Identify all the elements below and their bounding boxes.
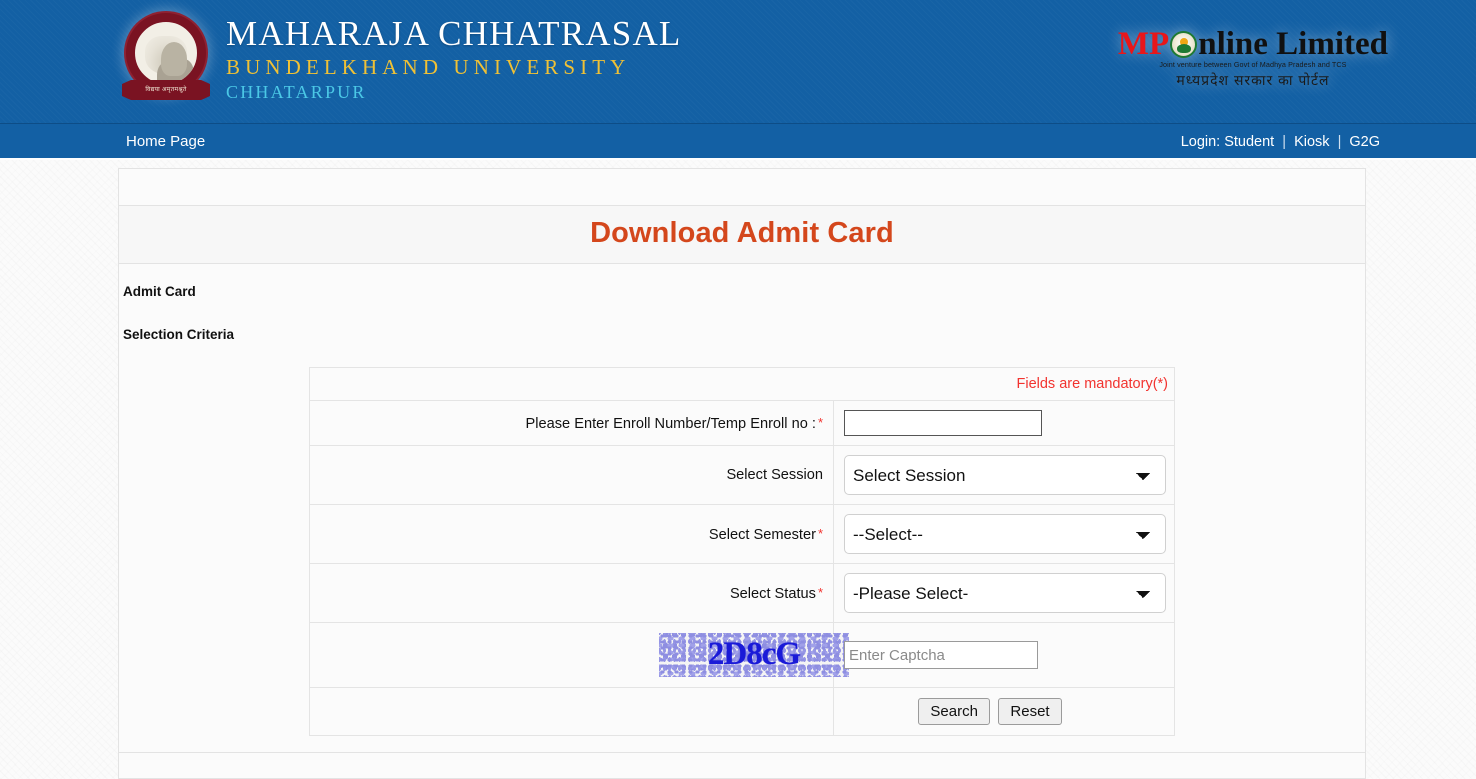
- enroll-number-required-asterisk: *: [817, 414, 823, 430]
- section-label-selection-criteria: Selection Criteria: [123, 327, 235, 342]
- login-student-link[interactable]: Login: Student: [1181, 134, 1275, 150]
- university-name: MAHARAJA CHHATRASAL: [226, 14, 682, 54]
- mponline-mp-text: MP: [1117, 26, 1170, 62]
- selection-criteria-table: Fields are mandatory(*) Please Enter Enr…: [309, 367, 1175, 736]
- select-status-required-asterisk: *: [817, 584, 823, 600]
- buttons-empty-cell: [309, 687, 834, 736]
- enroll-number-label-cell: Please Enter Enroll Number/Temp Enroll n…: [309, 400, 834, 446]
- select-status-label-cell: Select Status *: [309, 563, 834, 623]
- login-separator-2: |: [1337, 134, 1342, 150]
- mandatory-note-cell: Fields are mandatory(*): [309, 367, 1175, 401]
- table-row-select-semester: Select Semester * --Select--: [309, 504, 1175, 564]
- captcha-code-text: 2D8cG: [707, 636, 801, 672]
- select-semester-label-cell: Select Semester *: [309, 504, 834, 564]
- mandatory-note-text: Fields are mandatory(*): [1016, 376, 1169, 392]
- mponline-globe-icon: [1170, 31, 1198, 58]
- form-wrapper: Fields are mandatory(*) Please Enter Enr…: [119, 342, 1365, 736]
- select-semester-required-asterisk: *: [817, 525, 823, 541]
- table-row-buttons: Search Reset: [309, 687, 1175, 736]
- select-semester-dropdown[interactable]: --Select--: [844, 514, 1166, 554]
- table-row-select-status: Select Status * -Please Select-: [309, 563, 1175, 623]
- enroll-number-field-cell: [833, 400, 1175, 446]
- select-semester-label: Select Semester: [708, 526, 816, 543]
- mponline-wordmark: MP nline Limited: [1118, 28, 1388, 61]
- captcha-input-cell: [833, 622, 1175, 688]
- table-row-mandatory-note: Fields are mandatory(*): [309, 367, 1175, 401]
- button-row: Search Reset: [844, 698, 1174, 725]
- table-row-select-session: Select Session Select Session: [309, 445, 1175, 505]
- mponline-suffix-text: nline Limited: [1198, 26, 1388, 62]
- nav-home-page-link[interactable]: Home Page: [126, 124, 205, 160]
- table-row-enroll-number: Please Enter Enroll Number/Temp Enroll n…: [309, 400, 1175, 446]
- login-links: Login: Student | Kiosk | G2G: [1181, 124, 1380, 160]
- select-status-field-cell: -Please Select-: [833, 563, 1175, 623]
- content-container: Download Admit Card Admit Card Selection…: [118, 168, 1366, 779]
- login-separator-1: |: [1282, 134, 1287, 150]
- select-semester-field-cell: --Select--: [833, 504, 1175, 564]
- site-header: विद्यया अमृतमश्नुते MAHARAJA CHHATRASAL …: [0, 0, 1476, 124]
- university-crest-icon: विद्यया अमृतमश्नुते: [120, 10, 212, 106]
- section-label-admit-card: Admit Card: [123, 284, 196, 299]
- mponline-logo: MP nline Limited Joint venture between Go…: [1118, 28, 1388, 90]
- brand-text: MAHARAJA CHHATRASAL BUNDELKHAND UNIVERSI…: [226, 12, 682, 104]
- buttons-cell: Search Reset: [833, 687, 1175, 736]
- mponline-tagline-hindi: मध्यप्रदेश सरकार का पोर्टल: [1176, 72, 1330, 88]
- content-top-strip: [118, 168, 1366, 205]
- select-session-dropdown[interactable]: Select Session: [844, 455, 1166, 495]
- login-g2g-link[interactable]: G2G: [1349, 134, 1380, 150]
- select-status-dropdown[interactable]: -Please Select-: [844, 573, 1166, 613]
- table-row-captcha: 2D8cG: [309, 622, 1175, 688]
- select-session-field-cell: Select Session: [833, 445, 1175, 505]
- page-title: Download Admit Card: [590, 217, 894, 249]
- captcha-image: 2D8cG: [659, 633, 849, 677]
- search-button[interactable]: Search: [918, 698, 990, 725]
- university-subtitle: BUNDELKHAND UNIVERSITY: [226, 54, 631, 79]
- crest-banner: विद्यया अमृतमश्नुते: [122, 80, 210, 100]
- page-title-bar: Download Admit Card: [118, 205, 1366, 264]
- enroll-number-label: Please Enter Enroll Number/Temp Enroll n…: [525, 415, 816, 432]
- enroll-number-input[interactable]: [844, 410, 1042, 436]
- main-navbar: Home Page Login: Student | Kiosk | G2G: [0, 124, 1476, 160]
- captcha-image-cell: 2D8cG: [309, 622, 849, 688]
- content-bottom-strip: [118, 753, 1366, 779]
- university-city: CHHATARPUR: [226, 82, 367, 103]
- captcha-input[interactable]: [844, 641, 1038, 669]
- content-body-panel: Admit Card Selection Criteria Fields are…: [118, 264, 1366, 753]
- crest-banner-text: विद्यया अमृतमश्नुते: [145, 87, 187, 93]
- brand-block: विद्यया अमृतमश्नुते MAHARAJA CHHATRASAL …: [120, 10, 682, 106]
- login-kiosk-link[interactable]: Kiosk: [1294, 134, 1329, 150]
- select-session-label: Select Session: [726, 467, 823, 483]
- select-session-label-cell: Select Session: [309, 445, 834, 505]
- reset-button[interactable]: Reset: [998, 698, 1062, 725]
- select-status-label: Select Status: [729, 585, 816, 602]
